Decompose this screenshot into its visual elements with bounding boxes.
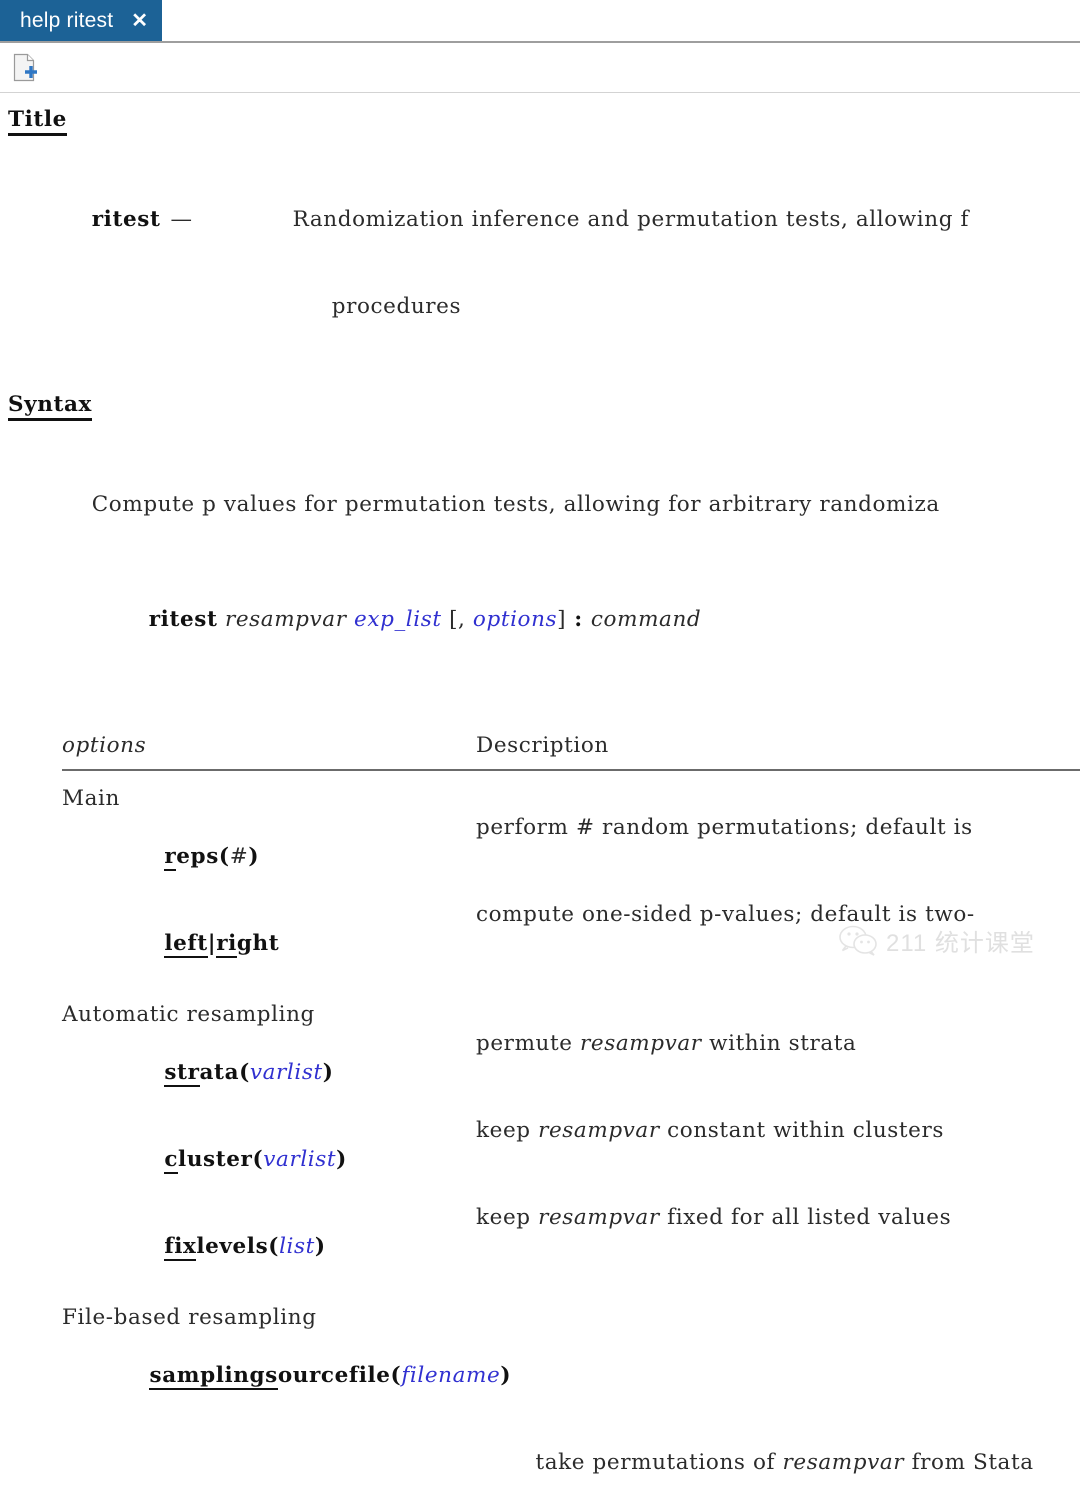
option-description-row-samplingsourcefile: take permutations of resampvar from Stat… [0, 1419, 1080, 1506]
option-arg-close-samplingsourcefile: ) [500, 1363, 512, 1388]
options-table: options Description Main reps(#) perform… [0, 731, 1080, 1506]
new-document-button[interactable] [8, 50, 42, 86]
section-heading-title: Title [8, 107, 67, 136]
syntax-heading-row: Syntax [0, 392, 1080, 421]
option-arg-open-strata: ( [239, 1060, 250, 1085]
em-dash: — [170, 207, 193, 232]
title-description-line-2: procedures [331, 294, 462, 319]
desc-pre: permute [476, 1031, 580, 1056]
syntax-exp-list-link[interactable]: exp_list [354, 607, 442, 632]
desc-emphasis: resampvar [782, 1450, 905, 1475]
option-abbrev-strata: str [164, 1060, 200, 1087]
option-group-label: Main [62, 786, 120, 811]
option-group-label: File-based resampling [62, 1305, 317, 1330]
new-document-icon [13, 53, 37, 81]
syntax-command-arg: command [590, 607, 702, 632]
option-row-left-right: left|right compute one-sided p-values; d… [0, 900, 1080, 987]
option-rest-right: ght [236, 931, 280, 956]
option-rest-cluster: luster [178, 1147, 253, 1172]
syntax-intro-text: Compute p values for permutation tests, … [91, 492, 940, 517]
option-arg-fixlevels-list[interactable]: list [279, 1234, 315, 1259]
option-rest-fixlevels: levels [196, 1234, 269, 1259]
tab-label: help ritest [20, 8, 114, 32]
option-arg-close-fixlevels: ) [314, 1234, 326, 1259]
option-arg-open-fixlevels: ( [268, 1234, 280, 1259]
title-heading-row: Title [0, 107, 1080, 136]
option-description-left-right: compute one-sided p-values; default is t… [476, 902, 975, 927]
option-arg-open-cluster: ( [252, 1147, 264, 1172]
syntax-command-row: ritest resampvar exp_list [, options] : … [0, 576, 1080, 663]
syntax-open-bracket: [, [449, 607, 473, 632]
toolbar [0, 43, 1080, 93]
syntax-command-name: ritest [148, 607, 218, 632]
title-description-line-1: Randomization inference and permutation … [292, 207, 970, 232]
option-description-reps: perform # random permutations; default i… [476, 815, 981, 840]
option-abbrev-left: left [164, 931, 208, 958]
desc-post: from Stata [904, 1450, 1034, 1475]
option-arg-open-samplingsourcefile: ( [390, 1363, 402, 1388]
syntax-options-link[interactable]: options [473, 607, 557, 632]
table-divider [62, 769, 1080, 771]
option-group-automatic-resampling: Automatic resampling strata(varlist) per… [0, 1000, 1080, 1290]
option-description-fixlevels: keep resampvar fixed for all listed valu… [476, 1203, 951, 1290]
option-separator-pipe: | [207, 931, 217, 956]
close-icon[interactable]: ✕ [131, 11, 148, 31]
option-arg-close-reps: ) [248, 844, 260, 869]
option-rest-strata: ata [199, 1060, 240, 1085]
desc-post: within strata [701, 1031, 857, 1056]
desc-post: fixed for all listed values [659, 1205, 952, 1230]
option-arg-samplingsourcefile-filename[interactable]: filename [401, 1363, 500, 1388]
option-row-strata: strata(varlist) permute resampvar within… [0, 1029, 1080, 1116]
section-heading-syntax: Syntax [8, 392, 92, 421]
option-arg-strata-varlist[interactable]: varlist [250, 1060, 323, 1085]
title-description-row-2: procedures [0, 263, 1080, 350]
option-rest-reps: eps [176, 844, 219, 869]
tab-help-ritest[interactable]: help ritest ✕ [0, 0, 163, 41]
option-group-main: Main reps(#) perform # random permutatio… [0, 784, 1080, 987]
help-document: Title ritest — Randomization inference and… [0, 107, 1080, 1506]
option-arg-reps: # [229, 844, 249, 869]
syntax-close-bracket: ] [557, 607, 567, 632]
desc-emphasis: resampvar [580, 1031, 702, 1056]
option-row-samplingsourcefile: samplingsourcefile(filename) [0, 1332, 1080, 1419]
option-arg-cluster-varlist[interactable]: varlist [263, 1147, 336, 1172]
syntax-colon: : [566, 607, 591, 632]
option-description-cluster: keep resampvar constant within clusters [476, 1116, 944, 1203]
column-header-options: options [62, 733, 147, 758]
option-abbrev-fixlevels: fix [164, 1234, 197, 1261]
option-description-strata: permute resampvar within strata [476, 1029, 856, 1116]
option-abbrev-samplingsourcefile: samplings [149, 1363, 278, 1390]
option-group-file-based-resampling: File-based resampling samplingsourcefile… [0, 1303, 1080, 1506]
options-table-header: options Description [0, 731, 1080, 760]
option-group-label: Automatic resampling [62, 1002, 315, 1027]
option-arg-open-reps: ( [218, 844, 230, 869]
desc-emphasis: resampvar [538, 1205, 660, 1230]
title-command-row: ritest — Randomization inference and permu… [0, 176, 1080, 263]
command-name: ritest [91, 207, 161, 232]
desc-emphasis: resampvar [538, 1118, 660, 1143]
option-arg-close-cluster: ) [336, 1147, 347, 1172]
column-header-description: Description [476, 733, 609, 758]
option-abbrev-reps: r [164, 844, 177, 871]
option-abbrev-cluster: c [164, 1147, 179, 1174]
tab-bar: help ritest ✕ [0, 0, 1080, 43]
desc-post: constant within clusters [659, 1118, 945, 1143]
desc-pre: keep [476, 1205, 539, 1230]
option-rest-samplingsourcefile: ourcefile [277, 1363, 391, 1388]
option-abbrev-right: ri [216, 931, 237, 958]
option-row-reps: reps(#) perform # random permutations; d… [0, 813, 1080, 900]
syntax-resampvar: resampvar [224, 607, 347, 632]
desc-pre: keep [476, 1118, 539, 1143]
option-row-cluster: cluster(varlist) keep resampvar constant… [0, 1116, 1080, 1203]
option-arg-close-strata: ) [322, 1060, 334, 1085]
desc-pre: take permutations of [535, 1450, 783, 1475]
option-row-fixlevels: fixlevels(list) keep resampvar fixed for… [0, 1203, 1080, 1290]
syntax-intro-row: Compute p values for permutation tests, … [0, 461, 1080, 548]
